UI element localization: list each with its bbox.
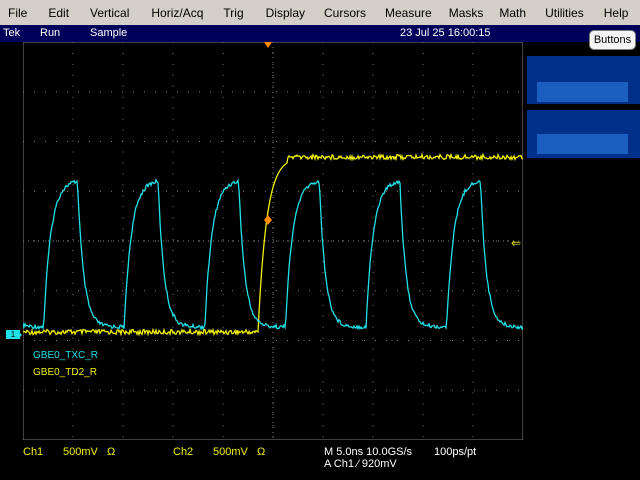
timebase-readout[interactable]: M 5.0ns 10.0GS/s: [324, 446, 412, 458]
right-margin: [523, 42, 527, 480]
ch1-signal-name: GBE0_TXC_R: [33, 350, 99, 361]
menu-trig[interactable]: Trig: [223, 6, 243, 20]
waveform-display[interactable]: [23, 42, 523, 440]
trigger-position-marker[interactable]: [264, 42, 272, 48]
menu-measure[interactable]: Measure: [385, 6, 432, 20]
menu-masks[interactable]: Masks: [449, 6, 484, 20]
acq-mode: Sample: [90, 27, 128, 39]
resolution-readout: 100ps/pt: [434, 446, 477, 458]
ch1-label[interactable]: Ch1: [23, 446, 43, 458]
readout-area: Ch1 500mV Ω Ch2 500mV Ω M 5.0ns 10.0GS/s…: [0, 440, 527, 480]
menu-edit[interactable]: Edit: [48, 6, 69, 20]
menu-math[interactable]: Math: [499, 6, 526, 20]
buttons-toggle-button[interactable]: Buttons: [589, 30, 636, 50]
ch2-scale[interactable]: 500mV: [213, 446, 248, 458]
ch1-marker-arrow-icon: [18, 331, 22, 339]
trigger-level-arrow-icon[interactable]: ⇐: [511, 236, 521, 250]
ch1-termination: Ω: [107, 446, 116, 458]
control-panel-2[interactable]: [527, 110, 640, 158]
menu-vertical[interactable]: Vertical: [90, 6, 129, 20]
trigger-point-icon: [264, 215, 272, 225]
ch1-scale[interactable]: 500mV: [63, 446, 98, 458]
ch2-termination: Ω: [257, 446, 266, 458]
menu-cursors[interactable]: Cursors: [324, 6, 366, 20]
menu-utilities[interactable]: Utilities: [545, 6, 584, 20]
ch2-signal-name: GBE0_TD2_R: [33, 367, 97, 378]
menu-horiz-acq[interactable]: Horiz/Acq: [151, 6, 203, 20]
status-title-bar: Tek Run Sample 23 Jul 25 16:00:15: [0, 25, 640, 42]
brand-label: Tek: [3, 27, 21, 39]
trigger-readout[interactable]: A Ch1 ⁄ 920mV: [324, 458, 397, 470]
control-panel-1[interactable]: [527, 56, 640, 104]
control-panel-2-field[interactable]: [537, 134, 628, 154]
menu-help[interactable]: Help: [604, 6, 629, 20]
date-time: 23 Jul 25 16:00:15: [400, 27, 491, 39]
run-state: Run: [40, 27, 61, 39]
menu-file[interactable]: File: [8, 6, 27, 20]
left-margin: [0, 42, 23, 440]
control-panel-1-field[interactable]: [537, 82, 628, 102]
menu-display[interactable]: Display: [266, 6, 305, 20]
menu-bar: File Edit Vertical Horiz/Acq Trig Displa…: [0, 0, 640, 26]
ch2-label[interactable]: Ch2: [173, 446, 193, 458]
graticule: [23, 42, 523, 440]
